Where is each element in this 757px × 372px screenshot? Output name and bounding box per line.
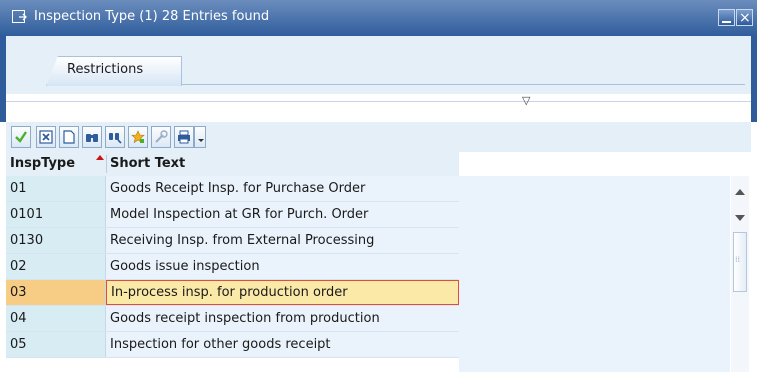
help-icon xyxy=(155,130,168,143)
short-text-cell[interactable]: Inspection for other goods receipt xyxy=(106,332,459,357)
column-header-insptype[interactable]: InspType xyxy=(6,152,106,176)
short-text-cell[interactable]: Goods receipt inspection from production xyxy=(106,306,459,331)
find-button[interactable] xyxy=(82,126,102,148)
table-row[interactable]: 04 Goods receipt inspection from product… xyxy=(6,306,459,332)
tab-restrictions[interactable]: Restrictions xyxy=(46,56,182,86)
splitter-band: ▽ xyxy=(0,94,757,122)
help-button[interactable] xyxy=(151,126,171,148)
table-empty-area xyxy=(459,176,730,372)
find-next-button[interactable] xyxy=(105,126,125,148)
insp-type-cell[interactable]: 0101 xyxy=(6,202,106,227)
scroll-down-icon[interactable] xyxy=(735,215,745,221)
tab-label: Restrictions xyxy=(67,62,144,77)
short-text-cell[interactable]: In-process insp. for production order xyxy=(106,280,459,305)
toolbar xyxy=(6,122,751,152)
dialog-icon xyxy=(12,10,27,23)
column-header-short-text[interactable]: Short Text xyxy=(106,152,459,176)
vertical-scrollbar[interactable] xyxy=(731,176,749,372)
favorites-add-icon xyxy=(131,130,145,144)
print-icon xyxy=(178,130,190,144)
scroll-thumb[interactable] xyxy=(733,232,747,292)
table-row[interactable]: 0101 Model Inspection at GR for Purch. O… xyxy=(6,202,459,228)
dropdown-arrow-icon xyxy=(198,139,204,142)
table-row[interactable]: 02 Goods issue inspection xyxy=(6,254,459,280)
new-document-icon xyxy=(63,130,75,144)
column-header-label: Short Text xyxy=(110,156,186,171)
window-title: Inspection Type (1) 28 Entries found xyxy=(34,9,270,24)
cancel-button[interactable] xyxy=(36,126,56,148)
table-row[interactable]: 05 Inspection for other goods receipt xyxy=(6,332,459,358)
insp-type-cell[interactable]: 02 xyxy=(6,254,106,279)
column-header-label: InspType xyxy=(10,156,76,171)
insp-type-cell[interactable]: 01 xyxy=(6,176,106,201)
scroll-up-icon[interactable] xyxy=(735,189,745,195)
splitter-toggle-icon[interactable]: ▽ xyxy=(522,94,530,107)
checkmark-icon xyxy=(15,131,27,143)
title-bar: Inspection Type (1) 28 Entries found × xyxy=(0,0,757,36)
cancel-icon xyxy=(39,130,53,144)
short-text-cell[interactable]: Model Inspection at GR for Purch. Order xyxy=(106,202,459,227)
add-favorite-button[interactable] xyxy=(128,126,148,148)
insp-type-cell[interactable]: 05 xyxy=(6,332,106,357)
insp-type-cell[interactable]: 03 xyxy=(6,280,106,305)
table-row[interactable]: 0130 Receiving Insp. from External Proce… xyxy=(6,228,459,254)
short-text-cell[interactable]: Goods issue inspection xyxy=(106,254,459,279)
table-row-selected[interactable]: 03 In-process insp. for production order xyxy=(6,280,459,306)
short-text-cell[interactable]: Receiving Insp. from External Processing xyxy=(106,228,459,253)
insp-type-cell[interactable]: 04 xyxy=(6,306,106,331)
table-row[interactable]: 01 Goods Receipt Insp. for Purchase Orde… xyxy=(6,176,459,202)
table-header: InspType Short Text xyxy=(6,152,459,177)
tab-divider xyxy=(182,84,745,85)
tab-strip: Restrictions xyxy=(0,36,757,94)
close-icon: × xyxy=(739,10,751,26)
insp-type-cell[interactable]: 0130 xyxy=(6,228,106,253)
results-table: InspType Short Text 01 Goods Receipt Ins… xyxy=(6,152,751,372)
new-entry-button[interactable] xyxy=(59,126,79,148)
sort-ascending-icon xyxy=(96,155,104,160)
short-text-cell[interactable]: Goods Receipt Insp. for Purchase Order xyxy=(106,176,459,201)
find-next-icon xyxy=(109,133,122,144)
minimize-button[interactable] xyxy=(718,9,735,26)
print-button[interactable] xyxy=(174,126,194,148)
find-icon xyxy=(86,134,98,142)
confirm-button[interactable] xyxy=(11,126,31,148)
print-menu-button[interactable] xyxy=(194,126,206,148)
close-button[interactable]: × xyxy=(736,9,753,26)
